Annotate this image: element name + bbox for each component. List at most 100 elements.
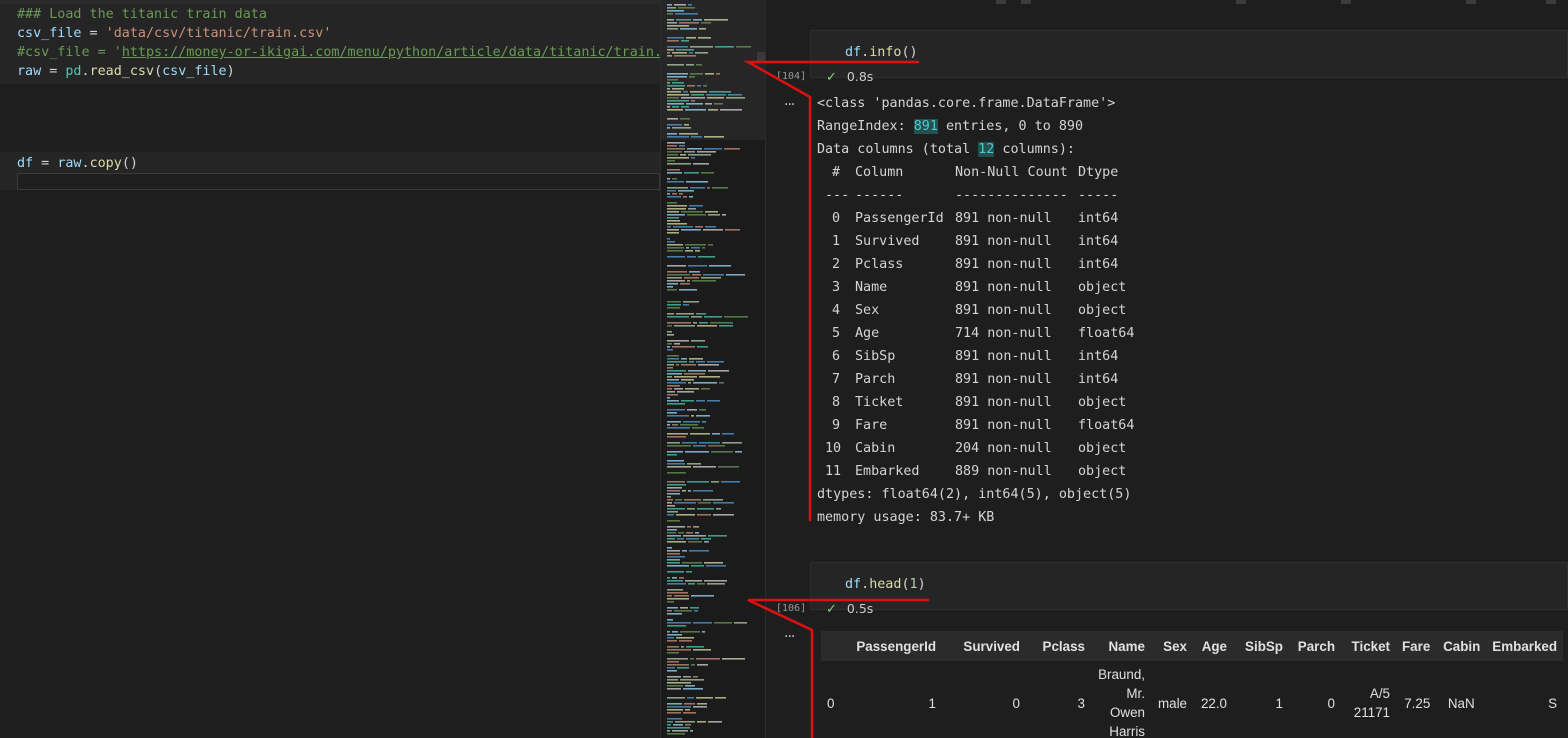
output-menu-button[interactable]: ...: [784, 93, 795, 109]
cell-cabin: NaN: [1447, 695, 1475, 711]
info-columns-table: # Column Non-Null Count Dtype --- ------…: [825, 161, 1134, 483]
cell-status: ✓ 0.8s: [826, 69, 873, 85]
token-args: 1: [909, 577, 918, 592]
code-line-csv-file[interactable]: csv_file = 'data/csv/titanic/train.csv': [17, 24, 331, 43]
row-dtype: int64: [1078, 257, 1119, 272]
code-input-line[interactable]: [17, 173, 660, 190]
row-column: Age: [855, 326, 880, 341]
table-row: 1 Survived 891 non-null int64: [825, 230, 1134, 253]
sep-index: ---: [825, 188, 850, 203]
token-var: raw: [17, 64, 42, 79]
cell-code[interactable]: df.info(): [845, 45, 918, 60]
output-data-columns: Data columns (total 12 columns):: [817, 138, 1517, 161]
output-memory: memory usage: 83.7+ KB: [817, 510, 995, 525]
token-dot: .: [81, 156, 90, 171]
code-line-df-copy[interactable]: df = raw.copy(): [17, 154, 138, 173]
row-dtype: float64: [1078, 418, 1135, 433]
token-function: read_csv: [89, 64, 155, 79]
table-row: 8 Ticket 891 non-null object: [825, 391, 1134, 414]
row-index: 9: [832, 418, 841, 433]
token-op: =: [33, 156, 58, 171]
table-row: 4 Sex 891 non-null object: [825, 299, 1134, 322]
notebook-pane[interactable]: df.info() [104] ✓ 0.8s ... <class 'pandas…: [766, 0, 1568, 738]
table-row: 10 Cabin 204 non-null object: [825, 437, 1134, 460]
row-non-null: 891 non-null: [955, 395, 1052, 410]
row-non-null: 891 non-null: [955, 234, 1052, 249]
token-paren: (: [901, 45, 910, 60]
th-passengerid: PassengerId: [847, 631, 942, 661]
cell-code[interactable]: df.head(1): [845, 577, 926, 592]
row-column: Embarked: [855, 464, 920, 479]
code-line-comment[interactable]: ### Load the titanic train data: [17, 5, 267, 24]
execution-count: [106]: [776, 603, 807, 614]
token-paren: (): [121, 156, 138, 171]
token-string: 'data/csv/titanic/train.csv': [105, 26, 332, 41]
table-row: 2 Pclass 891 non-null int64: [825, 253, 1134, 276]
row-index: 3: [832, 280, 841, 295]
check-icon: ✓: [826, 70, 837, 85]
row-non-null: 891 non-null: [955, 372, 1052, 387]
row-index: 5: [832, 326, 841, 341]
th-sex: Sex: [1151, 631, 1193, 661]
th-sibsp: SibSp: [1233, 631, 1289, 661]
row-dtype: int64: [1078, 372, 1119, 387]
row-column: PassengerId: [855, 211, 944, 226]
row-dtype: object: [1078, 395, 1127, 410]
row-index: 7: [832, 372, 841, 387]
row-non-null: 891 non-null: [955, 349, 1052, 364]
cols-suffix: columns):: [994, 142, 1075, 157]
header-column: Column: [855, 165, 904, 180]
output-menu-button[interactable]: ...: [784, 625, 795, 641]
row-index: 10: [825, 441, 842, 456]
th-age: Age: [1193, 631, 1233, 661]
row-column: SibSp: [855, 349, 896, 364]
cell-pclass: 3: [1077, 695, 1085, 711]
table-row: 9 Fare 891 non-null float64: [825, 414, 1134, 437]
token-module: pd: [65, 64, 82, 79]
df-head-table: PassengerId Survived Pclass Name Sex Age…: [821, 631, 1564, 738]
code-editor[interactable]: ### Load the titanic train data csv_file…: [0, 0, 660, 738]
execution-time: 0.8s: [846, 69, 874, 84]
table-row: 3 Name 891 non-null object: [825, 276, 1134, 299]
row-dtype: object: [1078, 441, 1127, 456]
row-column: Cabin: [855, 441, 896, 456]
code-block-load-data[interactable]: ### Load the titanic train data csv_file…: [0, 4, 660, 84]
check-icon: ✓: [826, 602, 837, 617]
cell-survived: 0: [1012, 695, 1020, 711]
cols-prefix: Data columns (total: [817, 142, 979, 157]
execution-count: [104]: [776, 71, 807, 82]
top-scroll-strip: [766, 0, 1568, 6]
sep-dtype: -----: [1078, 188, 1119, 203]
code-line-commented-url[interactable]: #csv_file = 'https://money-or-ikigai.com…: [17, 43, 660, 62]
token-dot: .: [81, 64, 90, 79]
name-line: Mr.: [1126, 686, 1145, 701]
table-row: 0 PassengerId 891 non-null int64: [825, 207, 1134, 230]
cell-name: Braund, Mr. Owen Harris: [1091, 661, 1151, 738]
ticket-line: 21171: [1353, 705, 1390, 720]
row-dtype: int64: [1078, 349, 1119, 364]
row-dtype: object: [1078, 464, 1127, 479]
minimap-code-preview: [661, 0, 765, 738]
cell-input-df-head[interactable]: df.head(1): [810, 562, 1568, 610]
row-non-null: 714 non-null: [955, 326, 1052, 341]
code-line-read-csv[interactable]: raw = pd.read_csv(csv_file): [17, 62, 235, 81]
ticket-line: A/5: [1369, 686, 1390, 701]
minimap[interactable]: [660, 0, 766, 738]
token-var: csv_file: [17, 26, 82, 41]
cell-sibsp: 1: [1275, 695, 1283, 711]
th-cabin: Cabin: [1436, 631, 1487, 661]
url-link[interactable]: https://money-or-ikigai.com/menu/python/…: [122, 45, 660, 60]
token-function: info: [869, 45, 902, 60]
row-index: 6: [832, 349, 841, 364]
sep-column: ------: [855, 188, 904, 203]
cell-parch: 0: [1327, 695, 1335, 711]
row-non-null: 891 non-null: [955, 257, 1052, 272]
row-non-null: 891 non-null: [955, 211, 1052, 226]
row-non-null: 889 non-null: [955, 464, 1052, 479]
name-line: Owen: [1110, 705, 1145, 720]
cell-sex: male: [1157, 695, 1187, 711]
row-column: Name: [855, 280, 888, 295]
row-index: 8: [832, 395, 841, 410]
cell-fare: 7.25: [1404, 695, 1431, 711]
cell-input-df-info[interactable]: df.info(): [810, 30, 1568, 78]
